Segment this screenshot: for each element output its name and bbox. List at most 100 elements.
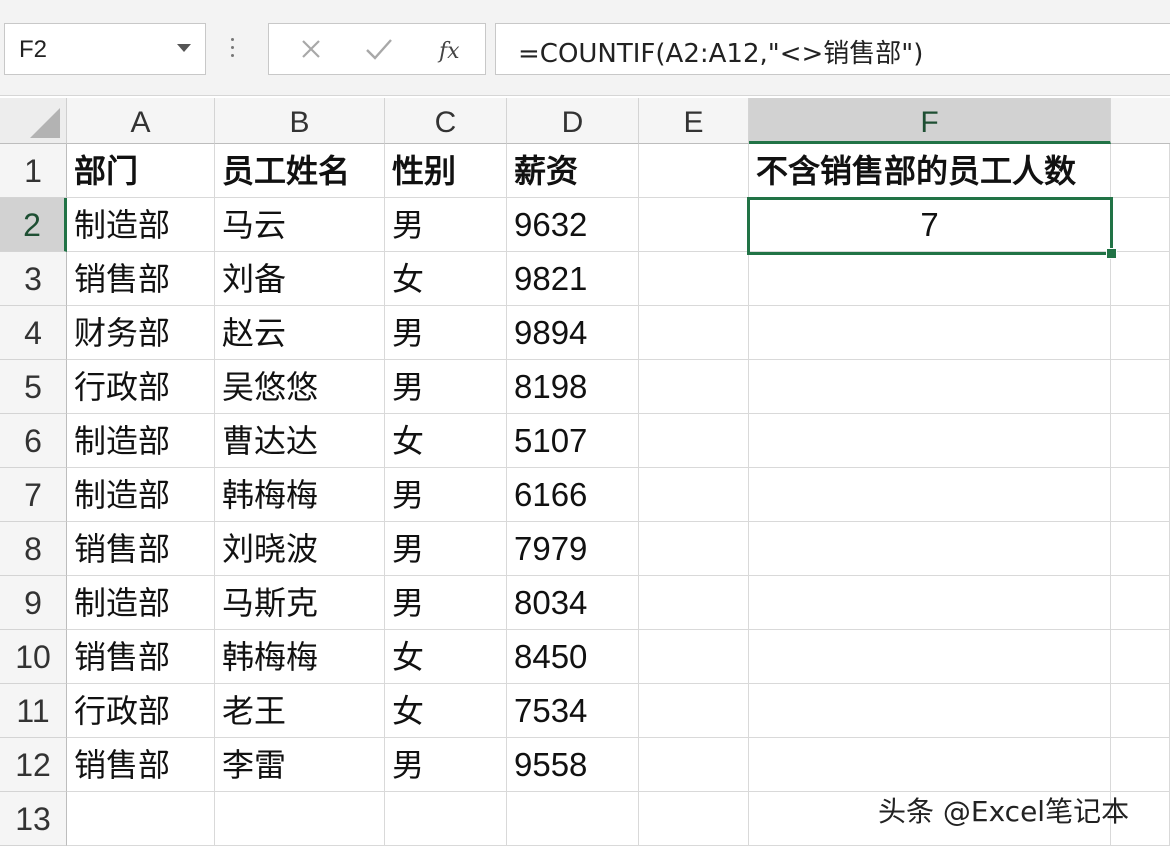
cell-g4[interactable] [1111, 306, 1170, 360]
cell-g2[interactable] [1111, 198, 1170, 252]
cell-g12[interactable] [1111, 738, 1170, 792]
row-header-7[interactable]: 7 [0, 468, 67, 522]
cell-d5[interactable]: 8198 [507, 360, 639, 414]
cell-d3[interactable]: 9821 [507, 252, 639, 306]
cell-e11[interactable] [639, 684, 749, 738]
cell-f12[interactable] [749, 738, 1111, 792]
cell-e3[interactable] [639, 252, 749, 306]
cell-e6[interactable] [639, 414, 749, 468]
cell-g9[interactable] [1111, 576, 1170, 630]
cell-e5[interactable] [639, 360, 749, 414]
cell-e10[interactable] [639, 630, 749, 684]
cell-a13[interactable] [67, 792, 215, 846]
cell-g5[interactable] [1111, 360, 1170, 414]
cell-c5[interactable]: 男 [385, 360, 507, 414]
cell-b7[interactable]: 韩梅梅 [215, 468, 385, 522]
cell-d11[interactable]: 7534 [507, 684, 639, 738]
column-header-f[interactable]: F [749, 98, 1111, 144]
cell-f3[interactable] [749, 252, 1111, 306]
enter-button[interactable] [347, 24, 407, 74]
cell-a11[interactable]: 行政部 [67, 684, 215, 738]
cell-g3[interactable] [1111, 252, 1170, 306]
column-header-g[interactable] [1111, 98, 1170, 144]
cell-f11[interactable] [749, 684, 1111, 738]
cell-g6[interactable] [1111, 414, 1170, 468]
row-header-11[interactable]: 11 [0, 684, 67, 738]
cell-a2[interactable]: 制造部 [67, 198, 215, 252]
cell-b9[interactable]: 马斯克 [215, 576, 385, 630]
cell-b1[interactable]: 员工姓名 [215, 144, 385, 198]
chevron-down-icon[interactable] [177, 44, 191, 52]
cell-c9[interactable]: 男 [385, 576, 507, 630]
cell-c3[interactable]: 女 [385, 252, 507, 306]
cell-f6[interactable] [749, 414, 1111, 468]
cell-a10[interactable]: 销售部 [67, 630, 215, 684]
cell-a12[interactable]: 销售部 [67, 738, 215, 792]
cell-a8[interactable]: 销售部 [67, 522, 215, 576]
cell-f7[interactable] [749, 468, 1111, 522]
select-all-button[interactable] [0, 98, 67, 144]
cell-f5[interactable] [749, 360, 1111, 414]
cell-b5[interactable]: 吴悠悠 [215, 360, 385, 414]
cell-c13[interactable] [385, 792, 507, 846]
cell-e9[interactable] [639, 576, 749, 630]
cell-g11[interactable] [1111, 684, 1170, 738]
column-header-a[interactable]: A [67, 98, 215, 144]
cell-b10[interactable]: 韩梅梅 [215, 630, 385, 684]
row-header-8[interactable]: 8 [0, 522, 67, 576]
cell-e2[interactable] [639, 198, 749, 252]
cell-c1[interactable]: 性别 [385, 144, 507, 198]
cell-a7[interactable]: 制造部 [67, 468, 215, 522]
cell-b12[interactable]: 李雷 [215, 738, 385, 792]
cell-d10[interactable]: 8450 [507, 630, 639, 684]
cell-d12[interactable]: 9558 [507, 738, 639, 792]
cell-a9[interactable]: 制造部 [67, 576, 215, 630]
cell-d8[interactable]: 7979 [507, 522, 639, 576]
cell-c12[interactable]: 男 [385, 738, 507, 792]
cell-b13[interactable] [215, 792, 385, 846]
column-header-c[interactable]: C [385, 98, 507, 144]
cell-c7[interactable]: 男 [385, 468, 507, 522]
cell-g8[interactable] [1111, 522, 1170, 576]
cell-a3[interactable]: 销售部 [67, 252, 215, 306]
cell-c4[interactable]: 男 [385, 306, 507, 360]
cell-d6[interactable]: 5107 [507, 414, 639, 468]
cell-f10[interactable] [749, 630, 1111, 684]
row-header-5[interactable]: 5 [0, 360, 67, 414]
row-header-6[interactable]: 6 [0, 414, 67, 468]
name-box[interactable]: F2 [4, 23, 206, 75]
column-header-b[interactable]: B [215, 98, 385, 144]
cell-a1[interactable]: 部门 [67, 144, 215, 198]
cell-f2[interactable]: 7 [749, 198, 1111, 252]
column-header-d[interactable]: D [507, 98, 639, 144]
cell-g10[interactable] [1111, 630, 1170, 684]
insert-function-button[interactable]: fx [419, 24, 479, 74]
row-header-2[interactable]: 2 [0, 198, 67, 252]
cell-e8[interactable] [639, 522, 749, 576]
cell-b4[interactable]: 赵云 [215, 306, 385, 360]
cell-g1[interactable] [1111, 144, 1170, 198]
cell-a5[interactable]: 行政部 [67, 360, 215, 414]
cell-b3[interactable]: 刘备 [215, 252, 385, 306]
cell-e1[interactable] [639, 144, 749, 198]
cell-c8[interactable]: 男 [385, 522, 507, 576]
cell-c10[interactable]: 女 [385, 630, 507, 684]
cell-b6[interactable]: 曹达达 [215, 414, 385, 468]
cell-b8[interactable]: 刘晓波 [215, 522, 385, 576]
column-header-e[interactable]: E [639, 98, 749, 144]
cell-f9[interactable] [749, 576, 1111, 630]
cell-f1[interactable]: 不含销售部的员工人数 [749, 144, 1111, 198]
formula-input[interactable]: =COUNTIF(A2:A12,"<>销售部") [495, 23, 1170, 75]
cell-f4[interactable] [749, 306, 1111, 360]
cell-d9[interactable]: 8034 [507, 576, 639, 630]
cell-a6[interactable]: 制造部 [67, 414, 215, 468]
cell-c2[interactable]: 男 [385, 198, 507, 252]
cell-d4[interactable]: 9894 [507, 306, 639, 360]
cell-e12[interactable] [639, 738, 749, 792]
cell-d2[interactable]: 9632 [507, 198, 639, 252]
cell-d7[interactable]: 6166 [507, 468, 639, 522]
cell-d1[interactable]: 薪资 [507, 144, 639, 198]
cell-d13[interactable] [507, 792, 639, 846]
more-options-icon[interactable] [231, 38, 235, 62]
cell-c6[interactable]: 女 [385, 414, 507, 468]
